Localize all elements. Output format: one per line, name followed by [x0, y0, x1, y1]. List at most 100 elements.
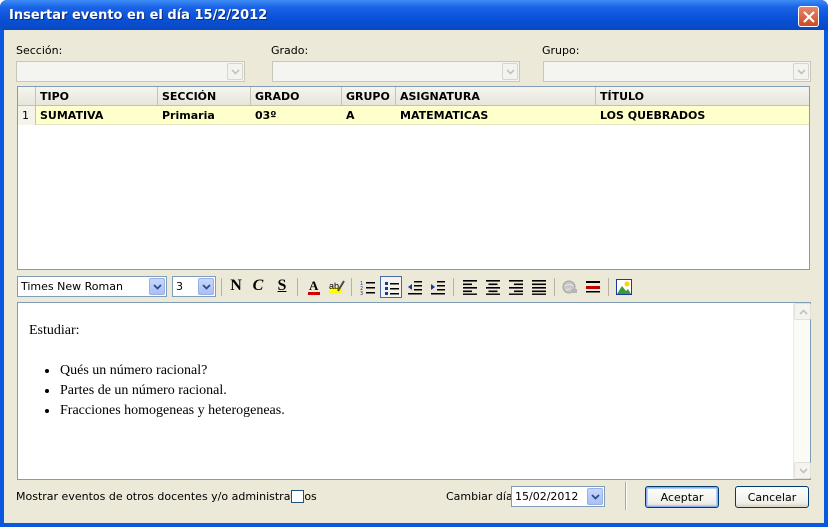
- chevron-down-icon: [227, 63, 243, 80]
- editor-toolbar: Times New Roman 3 N C S A ab 1 2 3: [17, 275, 817, 299]
- cell-tipo[interactable]: SUMATIVA: [36, 106, 158, 125]
- bulleted-list-button[interactable]: [380, 276, 402, 298]
- svg-text:3: 3: [360, 291, 363, 295]
- grupo-label: Grupo:: [542, 44, 580, 57]
- link-button[interactable]: [559, 276, 581, 298]
- dialog-body: Sección: Grado: Grupo: TIPO SECCIÓN GRAD…: [4, 30, 824, 523]
- highlight-button[interactable]: ab: [326, 276, 348, 298]
- svg-text:A: A: [309, 279, 319, 293]
- seccion-select[interactable]: [16, 61, 245, 82]
- chevron-down-icon: [587, 488, 603, 505]
- italic-button[interactable]: C: [247, 276, 269, 298]
- change-day-label: Cambiar día:: [446, 490, 517, 503]
- align-left-button[interactable]: [459, 276, 481, 298]
- font-color-icon: A: [308, 279, 320, 295]
- align-right-button[interactable]: [505, 276, 527, 298]
- bold-button[interactable]: N: [225, 276, 247, 298]
- font-name-value: Times New Roman: [21, 280, 123, 293]
- row-header-corner: [18, 87, 36, 106]
- row-number: 1: [18, 106, 36, 125]
- footer-separator: [625, 482, 627, 510]
- editor-content[interactable]: Estudiar: Qués un número racional? Parte…: [29, 321, 285, 421]
- cell-titulo[interactable]: LOS QUEBRADOS: [596, 106, 809, 125]
- editor-list: Qués un número racional? Partes de un nú…: [59, 361, 285, 421]
- svg-text:ab: ab: [329, 281, 339, 291]
- underline-label: S: [277, 277, 287, 294]
- close-button[interactable]: [798, 6, 819, 27]
- align-center-icon: [486, 280, 500, 295]
- grado-select[interactable]: [272, 61, 520, 82]
- column-header-seccion[interactable]: SECCIÓN: [158, 87, 251, 106]
- column-header-grado[interactable]: GRADO: [251, 87, 342, 106]
- table-row[interactable]: 1 SUMATIVA Primaria 03º A MATEMATICAS LO…: [18, 106, 809, 125]
- events-grid[interactable]: TIPO SECCIÓN GRADO GRUPO ASIGNATURA TÍTU…: [17, 86, 810, 270]
- dialog-window: Insertar evento en el día 15/2/2012 Secc…: [0, 0, 828, 527]
- cell-seccion[interactable]: Primaria: [158, 106, 251, 125]
- seccion-label: Sección:: [16, 44, 63, 57]
- chevron-down-icon: [198, 278, 214, 295]
- numbered-list-button[interactable]: 1 2 3: [357, 276, 379, 298]
- scroll-up-button[interactable]: [794, 303, 811, 320]
- underline-button[interactable]: S: [271, 276, 293, 298]
- chevron-down-icon: [149, 278, 165, 295]
- bulleted-list-icon: [385, 282, 399, 295]
- insert-image-icon: [616, 279, 632, 295]
- outdent-button[interactable]: [404, 276, 426, 298]
- date-picker[interactable]: 15/02/2012: [511, 486, 605, 507]
- date-value: 15/02/2012: [515, 490, 579, 503]
- align-left-icon: [463, 280, 477, 295]
- column-header-grupo[interactable]: GRUPO: [342, 87, 396, 106]
- chevron-down-icon: [793, 63, 809, 80]
- chevron-down-icon: [799, 468, 808, 474]
- highlight-icon: ab: [329, 280, 345, 294]
- grid-header: TIPO SECCIÓN GRADO GRUPO ASIGNATURA TÍTU…: [18, 87, 809, 106]
- toolbar-separator: [608, 278, 609, 296]
- link-icon: [562, 280, 577, 294]
- grado-label: Grado:: [271, 44, 309, 57]
- outdent-icon: [408, 281, 422, 295]
- accept-button[interactable]: Aceptar: [645, 486, 719, 508]
- cell-asignatura[interactable]: MATEMATICAS: [396, 106, 596, 125]
- list-item: Partes de un número racional.: [59, 381, 285, 401]
- indent-button[interactable]: [427, 276, 449, 298]
- horizontal-rule-button[interactable]: [582, 276, 604, 298]
- font-name-select[interactable]: Times New Roman: [17, 276, 167, 297]
- align-right-icon: [509, 280, 523, 295]
- title-bar[interactable]: Insertar evento en el día 15/2/2012: [0, 0, 828, 30]
- justify-button[interactable]: [528, 276, 550, 298]
- list-item: Qués un número racional?: [59, 361, 285, 381]
- list-item: Fracciones homogeneas y heterogeneas.: [59, 401, 285, 421]
- toolbar-separator: [351, 278, 352, 296]
- align-center-button[interactable]: [482, 276, 504, 298]
- bold-label: N: [230, 277, 242, 294]
- font-size-select[interactable]: 3: [172, 276, 216, 297]
- font-size-value: 3: [176, 280, 183, 293]
- description-editor[interactable]: Estudiar: Qués un número racional? Parte…: [17, 302, 811, 480]
- scroll-down-button[interactable]: [794, 462, 811, 479]
- cancel-button[interactable]: Cancelar: [735, 486, 809, 508]
- show-others-checkbox[interactable]: [291, 490, 304, 503]
- chevron-down-icon: [502, 63, 518, 80]
- column-header-tipo[interactable]: TIPO: [36, 87, 158, 106]
- window-title: Insertar evento en el día 15/2/2012: [9, 8, 268, 23]
- toolbar-separator: [297, 278, 298, 296]
- toolbar-separator: [453, 278, 454, 296]
- italic-label: C: [252, 277, 264, 294]
- justify-icon: [532, 280, 546, 295]
- numbered-list-icon: 1 2 3: [360, 281, 375, 295]
- show-others-label: Mostrar eventos de otros docentes y/o ad…: [16, 490, 317, 503]
- font-color-button[interactable]: A: [303, 276, 325, 298]
- cell-grupo[interactable]: A: [342, 106, 396, 125]
- column-header-asignatura[interactable]: ASIGNATURA: [396, 87, 596, 106]
- horizontal-rule-icon: [586, 281, 600, 293]
- column-header-titulo[interactable]: TÍTULO: [596, 87, 809, 106]
- toolbar-separator: [221, 278, 222, 296]
- editor-scrollbar[interactable]: [793, 303, 811, 479]
- cell-grado[interactable]: 03º: [251, 106, 342, 125]
- indent-icon: [431, 281, 445, 295]
- insert-image-button[interactable]: [613, 276, 635, 298]
- grupo-select[interactable]: [543, 61, 811, 82]
- chevron-up-icon: [799, 309, 808, 315]
- toolbar-separator: [554, 278, 555, 296]
- editor-heading: Estudiar:: [29, 323, 80, 338]
